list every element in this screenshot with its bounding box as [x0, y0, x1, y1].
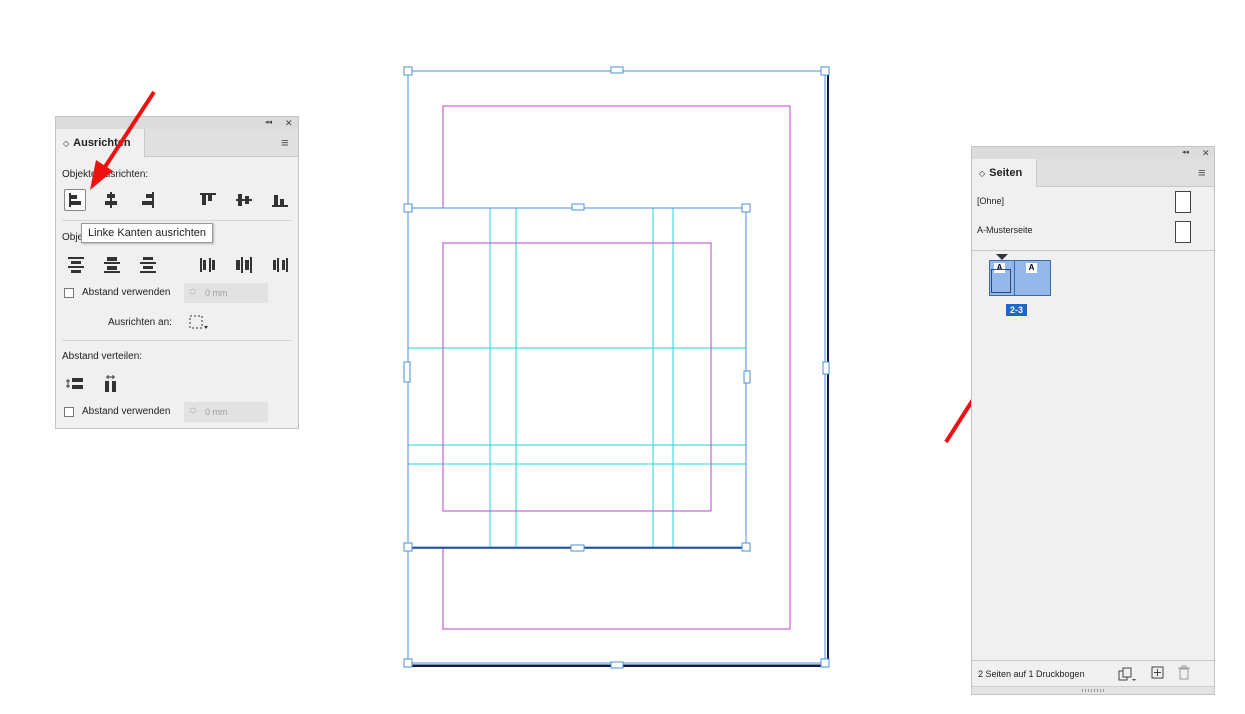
page-thumb-3[interactable]: A — [1014, 260, 1051, 296]
new-page-icon[interactable] — [1151, 666, 1165, 680]
tab-chevron-icon: ◇ — [979, 169, 986, 178]
delete-page-icon[interactable] — [1177, 665, 1191, 680]
inner-frame-fill — [408, 208, 746, 547]
master-thumb-a[interactable] — [1175, 221, 1191, 243]
spread-page-numbers: 2-3 — [1006, 304, 1028, 316]
tab-label: Seiten — [989, 167, 1023, 179]
tab-seiten[interactable]: ◇ Seiten — [972, 159, 1037, 187]
close-panel-icon[interactable]: ✕ — [1202, 147, 1210, 159]
annotation-arrow-left — [90, 90, 156, 190]
master-item-a[interactable]: A-Musterseite — [977, 225, 1033, 235]
panel-menu-icon[interactable]: ≡ — [1198, 165, 1206, 180]
page-thumb-2[interactable]: A — [989, 260, 1015, 296]
pages-status-text: 2 Seiten auf 1 Druckbogen — [978, 669, 1085, 679]
resize-gripper[interactable] — [972, 686, 1214, 694]
pages-panel: ◂◂ ✕ ◇ Seiten ≡ [Ohne] A-Musterseite A A … — [971, 146, 1215, 695]
pages-status-bar: 2 Seiten auf 1 Druckbogen — [972, 660, 1214, 687]
masters-divider — [972, 250, 1214, 251]
spread-2-3[interactable]: A A — [989, 260, 1052, 296]
master-item-none[interactable]: [Ohne] — [977, 196, 1004, 206]
collapse-panel-icon[interactable]: ◂◂ — [1182, 147, 1189, 159]
page-size-icon[interactable] — [1118, 666, 1136, 682]
master-letter: A — [1026, 263, 1037, 273]
master-thumb-none[interactable] — [1175, 191, 1191, 213]
tab-strip: ◇ Seiten ≡ — [972, 159, 1214, 187]
text-frame-outline — [991, 269, 1011, 293]
